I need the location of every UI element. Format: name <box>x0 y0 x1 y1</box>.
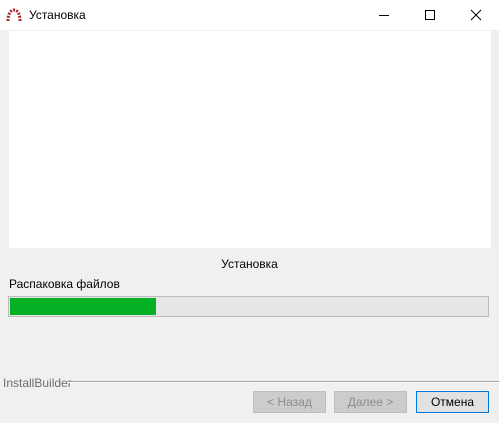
progress-bar <box>8 296 489 317</box>
close-button[interactable] <box>453 0 499 30</box>
footer-divider <box>67 381 499 383</box>
progress-fill <box>10 298 156 315</box>
back-button[interactable]: < Назад <box>253 391 326 413</box>
minimize-button[interactable] <box>361 0 407 30</box>
maximize-icon <box>425 10 435 20</box>
app-logo-icon <box>6 7 22 23</box>
title-bar: Установка <box>0 0 499 30</box>
progress-label: Распаковка файлов <box>9 277 120 291</box>
close-icon <box>470 9 482 21</box>
installbuilder-label: InstallBuilder <box>3 376 72 390</box>
next-button[interactable]: Далее > <box>334 391 407 413</box>
content-panel <box>9 31 491 248</box>
section-title: Установка <box>221 257 278 271</box>
minimize-icon <box>379 15 389 16</box>
window-title: Установка <box>29 8 86 22</box>
maximize-button[interactable] <box>407 0 453 30</box>
cancel-button[interactable]: Отмена <box>416 391 489 413</box>
